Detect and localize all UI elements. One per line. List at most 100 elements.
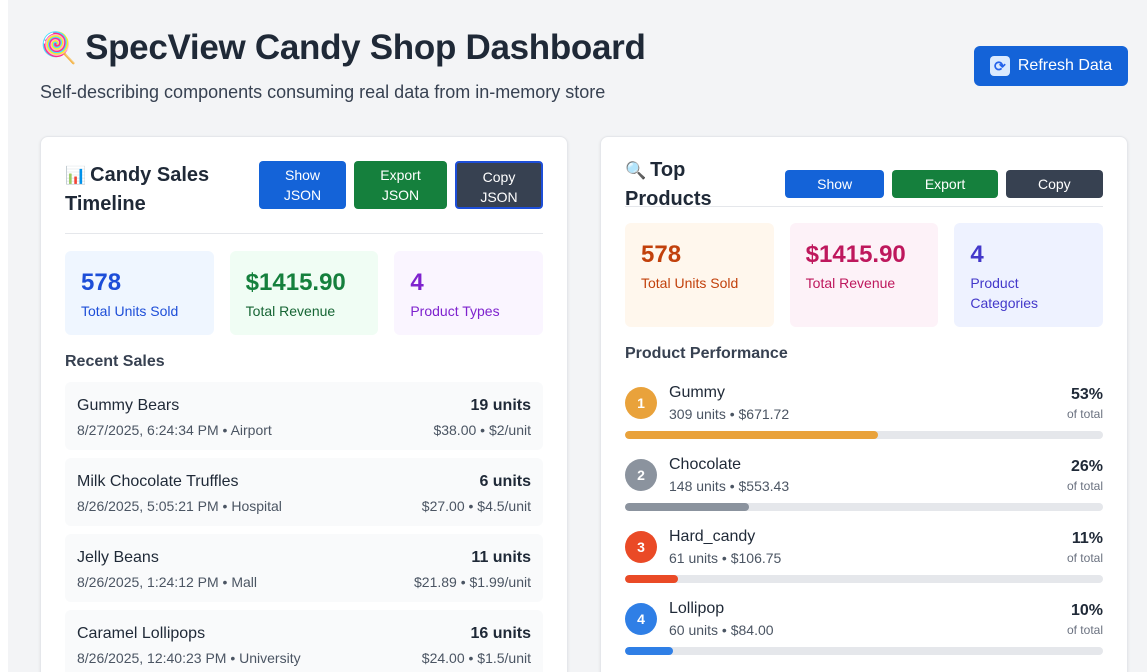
sale-item: Caramel Lollipops 8/26/2025, 12:40:23 PM… <box>65 610 543 672</box>
product-units-revenue: 60 units • $84.00 <box>669 622 774 638</box>
product-share-percent: 26% <box>1070 458 1103 475</box>
dashboard-page: 🍭 SpecView Candy Shop Dashboard Self-des… <box>8 0 1147 672</box>
page-header: 🍭 SpecView Candy Shop Dashboard Self-des… <box>40 28 646 103</box>
page-title-text: SpecView Candy Shop Dashboard <box>85 28 646 67</box>
sale-price: $24.00 • $1.5/unit <box>421 650 531 666</box>
product-share-label: of total <box>1066 479 1103 493</box>
sale-price: $38.00 • $2/unit <box>433 422 531 438</box>
refresh-icon: ⟳ <box>989 56 1010 76</box>
show-json-button[interactable]: Show JSON <box>259 161 346 209</box>
product-row: 2 Chocolate 148 units • $553.43 26% of t… <box>625 453 1103 525</box>
product-units-revenue: 61 units • $106.75 <box>669 550 782 566</box>
page-title: 🍭 SpecView Candy Shop Dashboard <box>40 28 646 68</box>
sale-item: Gummy Bears 8/27/2025, 6:24:34 PM • Airp… <box>65 382 543 450</box>
product-row: 4 Lollipop 60 units • $84.00 10% of tota… <box>625 597 1103 669</box>
sale-price: $27.00 • $4.5/unit <box>421 498 531 514</box>
lollipop-icon: 🍭 <box>40 31 78 65</box>
sale-date-location: 8/26/2025, 12:40:23 PM • University <box>77 650 301 666</box>
product-units-revenue: 309 units • $671.72 <box>669 406 790 422</box>
rank-badge: 4 <box>625 603 657 635</box>
copy-json-button[interactable]: Copy JSON <box>455 161 543 209</box>
rank-badge: 2 <box>625 459 657 491</box>
export-json-button[interactable]: Export JSON <box>892 170 998 212</box>
stat-value: 4 <box>410 269 424 296</box>
product-share-label: of total <box>1066 407 1103 421</box>
sale-date-location: 8/26/2025, 1:24:12 PM • Mall <box>77 574 258 590</box>
export-json-button[interactable]: Export JSON <box>354 161 447 209</box>
sales-timeline-json-buttons: Show JSON Export JSON Copy JSON <box>259 161 543 209</box>
recent-sales-list: Gummy Bears 8/27/2025, 6:24:34 PM • Airp… <box>65 382 543 672</box>
product-units-revenue: 148 units • $553.43 <box>669 478 790 494</box>
product-share-percent: 10% <box>1070 602 1103 619</box>
refresh-data-button[interactable]: ⟳ Refresh Data <box>974 46 1128 86</box>
product-row: 1 Gummy 309 units • $671.72 53% of total <box>625 381 1103 453</box>
stat-label: Total Units Sold <box>641 275 739 291</box>
share-bar <box>625 431 1103 439</box>
stat-value: $1415.90 <box>245 269 346 296</box>
product-stats: 578 Total Units Sold $1415.90 Total Reve… <box>625 223 1104 327</box>
copy-json-button[interactable]: Copy JSON <box>1005 170 1103 212</box>
sale-price: $21.89 • $1.99/unit <box>414 574 531 590</box>
sale-item: Milk Chocolate Truffles 8/26/2025, 5:05:… <box>65 458 543 526</box>
product-name: Chocolate <box>669 456 742 473</box>
show-json-button[interactable]: Show JSON <box>784 170 885 212</box>
divider <box>65 233 543 234</box>
share-bar-fill <box>625 431 879 439</box>
top-products-json-buttons: Show JSON Export JSON Copy JSON <box>784 170 1103 212</box>
share-bar-fill <box>625 647 673 655</box>
rank-badge: 1 <box>625 387 657 419</box>
top-products-header: 🔍 Top Products Show JSON Export JSON Copy… <box>625 159 1103 212</box>
magnifier-icon: 🔍 <box>625 160 647 180</box>
sale-product-name: Caramel Lollipops <box>77 625 206 642</box>
sales-stats: 578 Total Units Sold $1415.90 Total Reve… <box>65 251 544 335</box>
stat-total-units: 578 Total Units Sold <box>625 223 774 327</box>
share-bar-fill <box>625 503 750 511</box>
product-name: Lollipop <box>669 600 725 617</box>
stat-product-types: 4 Product Types <box>394 251 544 335</box>
stat-label: Product Categories <box>970 275 1039 311</box>
stat-label: Product Types <box>410 303 500 319</box>
product-share-percent: 53% <box>1070 386 1103 403</box>
stat-label: Total Units Sold <box>81 303 179 319</box>
product-name: Hard_candy <box>669 528 756 545</box>
top-products-title: 🔍 Top Products <box>625 156 777 213</box>
product-share-label: of total <box>1066 551 1103 565</box>
page-subtitle: Self-describing components consuming rea… <box>40 82 606 102</box>
sale-date-location: 8/26/2025, 5:05:21 PM • Hospital <box>77 498 282 514</box>
refresh-data-label: Refresh Data <box>1017 57 1113 74</box>
stat-value: 4 <box>970 241 984 268</box>
sales-timeline-card: 📊 Candy Sales Timeline Show JSON Export J… <box>40 136 568 672</box>
sale-product-name: Jelly Beans <box>77 549 159 566</box>
bar-chart-icon: 📊 <box>65 166 87 185</box>
share-bar <box>625 503 1103 511</box>
product-performance-title: Product Performance <box>625 345 788 362</box>
sale-units: 19 units <box>470 397 531 414</box>
product-share-label: of total <box>1066 623 1103 637</box>
stat-total-revenue: $1415.90 Total Revenue <box>789 223 939 327</box>
rank-badge: 3 <box>625 531 657 563</box>
stat-value: 578 <box>81 269 122 296</box>
stat-label: Total Revenue <box>245 303 336 319</box>
sale-date-location: 8/27/2025, 6:24:34 PM • Airport <box>77 422 272 438</box>
sale-product-name: Gummy Bears <box>77 397 180 414</box>
share-bar-fill <box>625 575 678 583</box>
recent-sales-title: Recent Sales <box>65 353 165 370</box>
top-products-card: 🔍 Top Products Show JSON Export JSON Copy… <box>600 136 1128 672</box>
product-name: Gummy <box>669 384 725 401</box>
stat-value: 578 <box>641 241 682 268</box>
share-bar <box>625 575 1103 583</box>
stat-label: Total Revenue <box>805 275 896 291</box>
divider <box>625 206 1103 207</box>
stat-total-units: 578 Total Units Sold <box>65 251 214 335</box>
product-performance-list: 1 Gummy 309 units • $671.72 53% of total… <box>625 381 1103 669</box>
sale-units: 16 units <box>470 625 531 642</box>
sales-timeline-header: 📊 Candy Sales Timeline Show JSON Export J… <box>65 161 543 233</box>
sale-units: 6 units <box>479 473 531 490</box>
share-bar <box>625 647 1103 655</box>
stat-product-categories: 4 Product Categories <box>954 223 1104 327</box>
product-share-percent: 11% <box>1071 530 1103 547</box>
sale-item: Jelly Beans 8/26/2025, 1:24:12 PM • Mall… <box>65 534 543 602</box>
stat-value: $1415.90 <box>805 241 906 268</box>
sale-units: 11 units <box>471 549 531 566</box>
stat-total-revenue: $1415.90 Total Revenue <box>229 251 379 335</box>
